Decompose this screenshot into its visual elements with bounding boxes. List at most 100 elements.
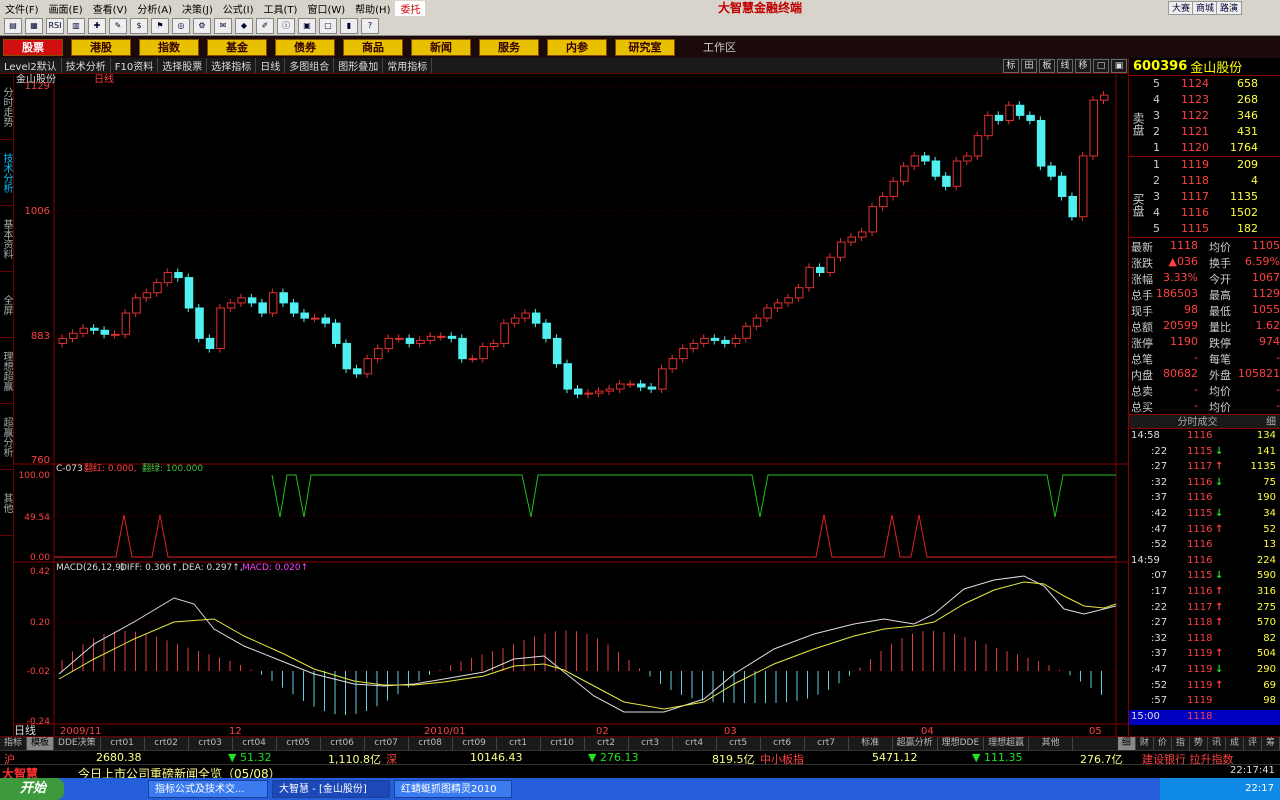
bottom-tab[interactable]: crt4	[673, 737, 717, 750]
bottom-tab[interactable]: crt06	[321, 737, 365, 750]
bottom-tab[interactable]: 超赢分析	[893, 737, 938, 750]
subbar-multi[interactable]: 多图组合	[285, 58, 335, 73]
trade-row[interactable]: :52 1119 ↑ 69	[1129, 679, 1280, 695]
bottom-tab[interactable]: crt6	[761, 737, 805, 750]
bottom-tab[interactable]: crt05	[277, 737, 321, 750]
subbar-btn-full[interactable]: ▣	[1111, 59, 1127, 73]
buy-row[interactable]: 2 1118 4	[1129, 173, 1280, 189]
info-tab[interactable]: 筹	[1262, 737, 1280, 750]
nav-fund[interactable]: 基金	[207, 38, 267, 56]
trade-row[interactable]: :27 1118 ↑ 570	[1129, 616, 1280, 632]
info-icon[interactable]: ⓘ	[277, 17, 295, 34]
period-badge[interactable]: 日线	[14, 723, 36, 736]
lefttab-ideal[interactable]: 理想超赢	[0, 338, 14, 404]
crosshair-icon[interactable]: ✚	[88, 17, 106, 34]
trade-row[interactable]: :22 1115 ↓ 141	[1129, 445, 1280, 461]
system-clock[interactable]: 22:17	[1160, 778, 1280, 800]
info-tab[interactable]: 讯	[1208, 737, 1226, 750]
buy-row[interactable]: 4 1116 1502	[1129, 205, 1280, 221]
mail-icon[interactable]: ✉	[214, 17, 232, 34]
start-button[interactable]: 开始	[0, 778, 64, 800]
trade-row[interactable]: :17 1116 ↑ 316	[1129, 585, 1280, 601]
sell-row[interactable]: 3 1122 346	[1129, 108, 1280, 124]
lefttab-fullscreen[interactable]: 全屏	[0, 272, 14, 338]
trade-row[interactable]: :57 1119 98	[1129, 694, 1280, 710]
pencil-icon[interactable]: ✎	[109, 17, 127, 34]
info-tab[interactable]: 细	[1117, 737, 1136, 750]
trade-row[interactable]: :22 1117 ↑ 275	[1129, 601, 1280, 617]
subbar-select-stock[interactable]: 选择股票	[158, 58, 208, 73]
nav-bond[interactable]: 债券	[275, 38, 335, 56]
info-tab[interactable]: 评	[1244, 737, 1262, 750]
trade-row[interactable]: :37 1119 ↑ 504	[1129, 647, 1280, 663]
bars-icon[interactable]: ▮	[340, 17, 358, 34]
trade-row[interactable]: :32 1118 82	[1129, 632, 1280, 648]
bottom-tab[interactable]: crt07	[365, 737, 409, 750]
image-icon[interactable]: ▦	[25, 17, 43, 34]
bottom-tab[interactable]: crt04	[233, 737, 277, 750]
rsi-icon[interactable]: RSI	[46, 17, 64, 34]
subbar-btn-box[interactable]: □	[1093, 59, 1109, 73]
bottom-tab[interactable]: crt10	[541, 737, 585, 750]
menu-formula[interactable]: 公式(I)	[218, 1, 259, 16]
trade-row[interactable]: :52 1116 13	[1129, 538, 1280, 554]
bar-icon[interactable]: ▥	[67, 17, 85, 34]
nav-index[interactable]: 指数	[139, 38, 199, 56]
subbar-level2[interactable]: Level2默认	[0, 58, 62, 73]
sell-row[interactable]: 5 1124 658	[1129, 76, 1280, 92]
bottom-tab[interactable]: DDE决策	[54, 737, 101, 750]
info-tab[interactable]: 指	[1172, 737, 1190, 750]
info-tab[interactable]: 价	[1154, 737, 1172, 750]
trade-row[interactable]: 14:59 1116 224	[1129, 554, 1280, 570]
subbar-select-indicator[interactable]: 选择指标	[207, 58, 257, 73]
lefttab-technical[interactable]: 技术分析	[0, 140, 14, 206]
trade-row[interactable]: :37 1116 190	[1129, 491, 1280, 507]
lefttab-fundamental[interactable]: 基本资料	[0, 206, 14, 272]
lefttab-other[interactable]: 其他	[0, 470, 14, 536]
subbar-tech[interactable]: 技术分析	[62, 58, 111, 73]
lefttab-super[interactable]: 超赢分析	[0, 404, 14, 470]
subbar-f10[interactable]: F10资料	[111, 58, 159, 73]
menu-window[interactable]: 窗口(W)	[302, 1, 350, 16]
subbar-overlay[interactable]: 图形叠加	[334, 58, 384, 73]
help-icon[interactable]: ?	[361, 17, 379, 34]
info-tab[interactable]: 势	[1190, 737, 1208, 750]
menu-screen[interactable]: 画面(E)	[44, 1, 88, 16]
task-capture[interactable]: 红蜻蜓抓图精灵2010	[394, 780, 512, 798]
trade-row[interactable]: :42 1115 ↓ 34	[1129, 507, 1280, 523]
bottom-tab[interactable]: crt1	[497, 737, 541, 750]
trades-tab[interactable]: 细	[1266, 415, 1276, 430]
menu-tools[interactable]: 工具(T)	[259, 1, 303, 16]
bottom-tab[interactable]: 指标	[0, 737, 28, 750]
contest-button[interactable]: 大赛	[1168, 1, 1195, 15]
nav-hk[interactable]: 港股	[71, 38, 131, 56]
nav-service[interactable]: 服务	[479, 38, 539, 56]
workspace-label[interactable]: 工作区	[703, 39, 736, 55]
subbar-period[interactable]: 日线	[256, 58, 286, 73]
menu-view[interactable]: 查看(V)	[88, 1, 133, 16]
bottom-tab[interactable]: crt5	[717, 737, 761, 750]
nav-insider[interactable]: 内参	[547, 38, 607, 56]
info-tab[interactable]: 成	[1226, 737, 1244, 750]
menu-analysis[interactable]: 分析(A)	[132, 1, 177, 16]
buy-row[interactable]: 5 1115 182	[1129, 221, 1280, 237]
nav-commodity[interactable]: 商品	[343, 38, 403, 56]
subbar-btn-mark[interactable]: 标	[1003, 59, 1019, 73]
kline-chart[interactable]: 金山股份 日线 1129 1006 883 760 C-073 翻红: 0.00…	[14, 74, 1128, 736]
task-dzh[interactable]: 大智慧 - [金山股份]	[272, 780, 390, 798]
nav-stock[interactable]: 股票	[3, 38, 63, 56]
bottom-tab[interactable]: crt09	[453, 737, 497, 750]
bottom-tab[interactable]: crt08	[409, 737, 453, 750]
bottom-tab[interactable]: 模板	[27, 737, 55, 750]
bottom-tab[interactable]: crt3	[629, 737, 673, 750]
lefttab-intraday[interactable]: 分时走势	[0, 74, 14, 140]
tool-icon[interactable]: ⚙	[193, 17, 211, 34]
subbar-btn-line[interactable]: 线	[1057, 59, 1073, 73]
calc-icon[interactable]: ▣	[298, 17, 316, 34]
bottom-tab[interactable]: crt7	[805, 737, 849, 750]
subbar-btn-move[interactable]: 移	[1075, 59, 1091, 73]
tag-icon[interactable]: ◆	[235, 17, 253, 34]
chart-icon[interactable]: ▤	[4, 17, 22, 34]
trade-row[interactable]: :27 1117 ↑ 1135	[1129, 460, 1280, 476]
sell-row[interactable]: 1 1120 1764	[1129, 140, 1280, 156]
